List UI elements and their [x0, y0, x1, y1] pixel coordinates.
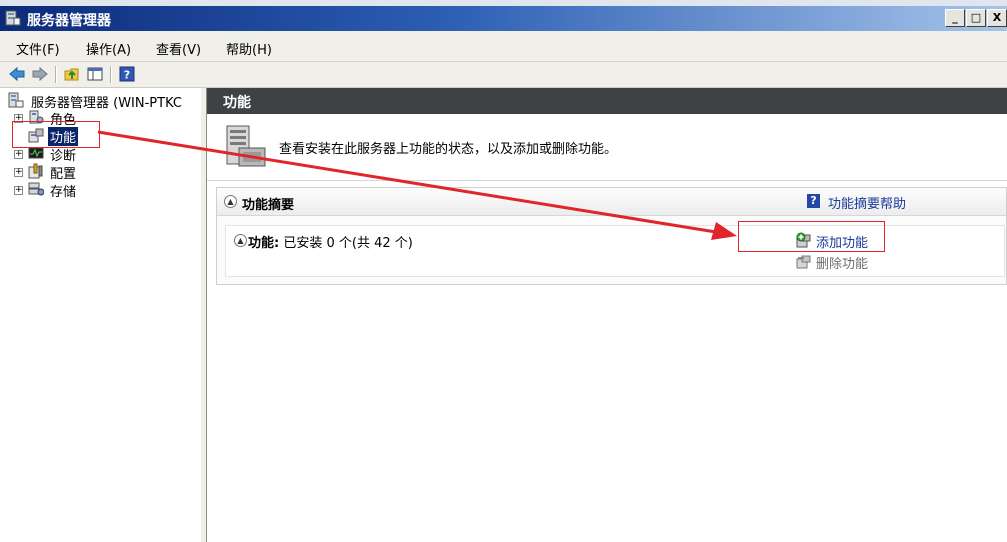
- remove-feature-icon: [796, 255, 811, 269]
- annotation-box-features-node: [12, 121, 100, 148]
- remove-features-label: 删除功能: [816, 257, 869, 272]
- help-link-label: 功能摘要帮助: [828, 197, 907, 212]
- features-label: 功能:: [248, 236, 280, 251]
- back-icon[interactable]: [9, 66, 25, 82]
- menu-file[interactable]: 文件(F): [16, 39, 60, 58]
- menu-help[interactable]: 帮助(H): [226, 39, 272, 58]
- storage-icon: [28, 182, 44, 196]
- help-icon[interactable]: ?: [119, 66, 135, 82]
- features-summary-title: 功能摘要: [242, 198, 295, 213]
- features-summary-header: ▲ 功能摘要 ? 功能摘要帮助: [217, 188, 1006, 216]
- maximize-button[interactable]: □: [966, 9, 986, 27]
- toolbar: ?: [0, 62, 1007, 88]
- show-hide-tree-icon[interactable]: [87, 66, 103, 82]
- svg-text:?: ?: [124, 69, 130, 82]
- navigation-tree: 服务器管理器 (WIN-PTKC + 角色 功能 + 诊断 + 配置 + 存储: [0, 88, 202, 542]
- tree-item-label: 存储: [50, 185, 77, 200]
- page-title: 功能: [223, 95, 251, 111]
- features-status: 已安装 0 个(共 42 个): [283, 236, 413, 251]
- page-header: 功能: [207, 88, 1007, 114]
- expand-diagnostics-toggle[interactable]: +: [14, 150, 23, 159]
- expand-configuration-toggle[interactable]: +: [14, 168, 23, 177]
- configuration-icon: [28, 163, 43, 179]
- toolbar-separator: [55, 66, 57, 83]
- minimize-button[interactable]: _: [945, 9, 965, 27]
- help-icon: ?: [807, 194, 820, 208]
- server-manager-app-icon: [5, 10, 21, 26]
- toolbar-separator: [110, 66, 112, 83]
- menu-view[interactable]: 查看(V): [156, 39, 201, 58]
- window-title: 服务器管理器: [27, 13, 111, 29]
- up-folder-icon[interactable]: [64, 66, 80, 82]
- forward-icon[interactable]: [32, 66, 48, 82]
- expand-storage-toggle[interactable]: +: [14, 186, 23, 195]
- annotation-box-add-features: [738, 221, 885, 252]
- title-bar[interactable]: 服务器管理器 _ □ X: [0, 6, 1007, 31]
- collapse-features-icon[interactable]: ▲: [234, 234, 247, 247]
- features-summary-panel: ▲ 功能摘要 ? 功能摘要帮助 ▲ 功能: 已安装 0 个(共 42 个) 添加…: [216, 187, 1007, 285]
- features-intro: 查看安装在此服务器上功能的状态，以及添加或删除功能。: [207, 114, 1007, 181]
- features-description: 查看安装在此服务器上功能的状态，以及添加或删除功能。: [279, 142, 618, 157]
- menu-action[interactable]: 操作(A): [86, 39, 131, 58]
- collapse-summary-icon[interactable]: ▲: [224, 195, 237, 208]
- features-large-icon: [226, 125, 266, 167]
- server-manager-icon: [8, 92, 24, 108]
- features-status-line: 功能: 已安装 0 个(共 42 个): [248, 232, 413, 251]
- tree-item-label: 配置: [50, 167, 77, 182]
- menu-bar: 文件(F) 操作(A) 查看(V) 帮助(H): [0, 31, 1007, 62]
- close-button[interactable]: X: [987, 9, 1007, 27]
- features-subsection: ▲ 功能: 已安装 0 个(共 42 个) 添加功能 删除功能: [225, 225, 1005, 277]
